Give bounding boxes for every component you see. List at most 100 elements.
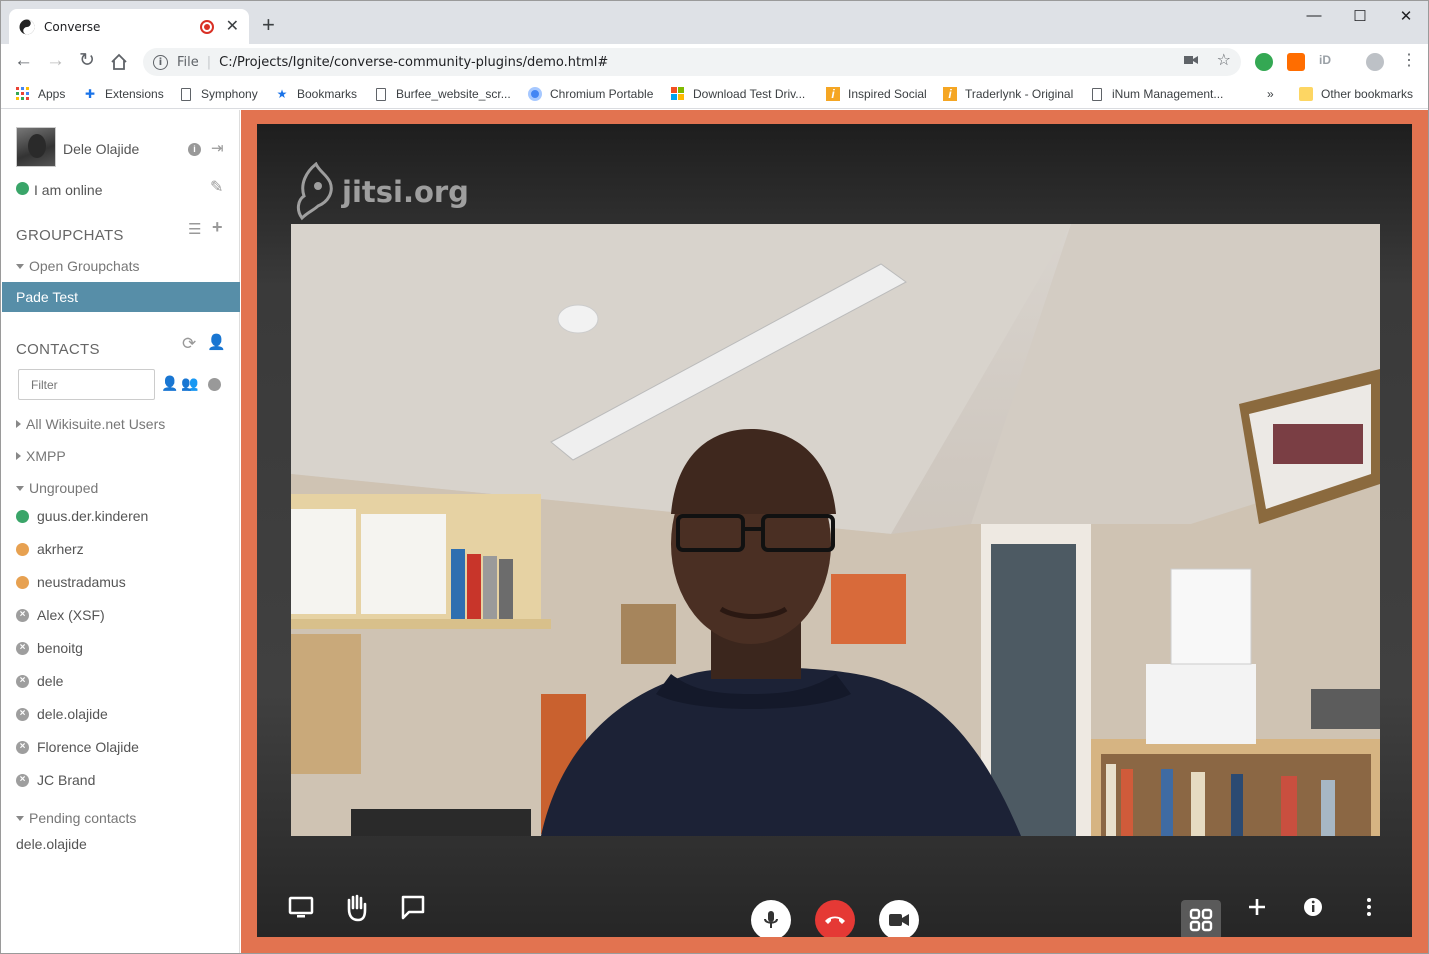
contact-item[interactable]: × dele bbox=[16, 673, 63, 689]
bookmark-label: Chromium Portable bbox=[550, 87, 654, 101]
video-call-panel: jitsi.org bbox=[241, 110, 1428, 953]
maximize-button[interactable]: ☐ bbox=[1337, 7, 1383, 25]
bookmark-burfee[interactable]: Burfee_website_scr... bbox=[376, 87, 511, 101]
bookmark-label: Symphony bbox=[201, 87, 258, 101]
group-toggle-pending[interactable]: Pending contacts bbox=[16, 810, 136, 826]
grid-icon bbox=[1189, 908, 1213, 932]
minimize-button[interactable]: — bbox=[1291, 7, 1337, 24]
phone-hangup-icon bbox=[825, 916, 845, 924]
back-arrow-icon[interactable]: ← bbox=[14, 51, 33, 70]
bookmark-download-test-drive[interactable]: Download Test Driv... bbox=[671, 87, 805, 101]
user-status[interactable]: I am online bbox=[34, 182, 102, 198]
group-toggle-wikisuite[interactable]: All Wikisuite.net Users bbox=[16, 416, 165, 432]
participant-video[interactable] bbox=[291, 224, 1380, 836]
site-info-icon[interactable]: i bbox=[153, 54, 168, 70]
extension-orange-icon[interactable] bbox=[1287, 53, 1305, 71]
list-icon[interactable]: ☰ bbox=[188, 222, 201, 237]
bookmark-label: Bookmarks bbox=[297, 87, 358, 101]
jitsi-watermark[interactable]: jitsi.org bbox=[294, 162, 469, 222]
screen-share-icon[interactable] bbox=[281, 887, 321, 927]
contact-name: Alex (XSF) bbox=[37, 607, 105, 623]
close-window-button[interactable]: ✕ bbox=[1383, 7, 1428, 25]
url-scheme: File bbox=[177, 54, 199, 70]
address-bar[interactable]: i File | C:/Projects/Ignite/converse-com… bbox=[143, 48, 1241, 76]
contact-item[interactable]: guus.der.kinderen bbox=[16, 508, 148, 524]
contacts-filter-input[interactable] bbox=[18, 369, 155, 400]
bookmark-chromium-portable[interactable]: Chromium Portable bbox=[528, 87, 653, 101]
group-toggle-xmpp[interactable]: XMPP bbox=[16, 448, 66, 464]
contact-name: Florence Olajide bbox=[37, 739, 139, 755]
caret-down-icon bbox=[16, 263, 24, 269]
new-tab-button[interactable]: + bbox=[262, 14, 275, 36]
browser-toolbar: ← → ↻ i File | C:/Projects/Ignite/conver… bbox=[1, 44, 1428, 80]
contact-item[interactable]: × benoitg bbox=[16, 640, 83, 656]
open-groupchats-toggle[interactable]: Open Groupchats bbox=[16, 258, 140, 274]
more-options-icon[interactable] bbox=[1349, 887, 1389, 927]
group-label: All Wikisuite.net Users bbox=[26, 416, 166, 432]
profile-avatar-icon[interactable] bbox=[1366, 53, 1384, 71]
tab-title: Converse bbox=[44, 19, 101, 34]
bookmark-apps[interactable]: Apps bbox=[16, 87, 65, 101]
bookmarks-bar: Apps ✚ Extensions Symphony ★ Bookmarks B… bbox=[1, 80, 1428, 109]
filter-groups-icon[interactable]: 👥 bbox=[181, 376, 198, 390]
bookmark-label: iNum Management... bbox=[1112, 87, 1224, 101]
caret-down-icon bbox=[16, 815, 24, 821]
tile-view-button[interactable] bbox=[1181, 900, 1221, 937]
group-label: Pending contacts bbox=[29, 810, 137, 826]
avatar[interactable] bbox=[16, 127, 56, 167]
other-bookmarks[interactable]: Other bookmarks bbox=[1299, 87, 1413, 101]
offline-status-icon: × bbox=[16, 740, 29, 754]
microphone-button[interactable] bbox=[751, 900, 791, 937]
bookmark-inspired-social[interactable]: i Inspired Social bbox=[826, 87, 927, 101]
add-groupchat-icon[interactable]: + bbox=[212, 218, 223, 236]
pencil-icon[interactable]: ✎ bbox=[210, 180, 223, 196]
sync-icon[interactable]: ⟳ bbox=[182, 335, 196, 352]
reload-icon[interactable]: ↻ bbox=[79, 51, 95, 70]
online-status-icon bbox=[16, 182, 29, 195]
contact-name: dele bbox=[37, 673, 64, 689]
offline-status-icon: × bbox=[16, 773, 29, 787]
contact-item[interactable]: × Alex (XSF) bbox=[16, 607, 105, 623]
filter-status-icon[interactable] bbox=[208, 378, 221, 391]
hangup-button[interactable] bbox=[815, 900, 855, 937]
extension-id-icon[interactable]: iD bbox=[1319, 53, 1337, 71]
tab-close-icon[interactable]: ✕ bbox=[226, 18, 239, 35]
bookmark-extensions[interactable]: ✚ Extensions bbox=[83, 87, 164, 101]
logout-icon[interactable]: ⇥ bbox=[211, 141, 224, 156]
watermark-text: jitsi.org bbox=[342, 175, 469, 209]
bookmark-star-icon[interactable]: ☆ bbox=[1217, 52, 1231, 68]
contact-name: guus.der.kinderen bbox=[37, 508, 149, 524]
pending-contact-item[interactable]: dele.olajide bbox=[16, 836, 87, 852]
contact-item[interactable]: × Florence Olajide bbox=[16, 739, 139, 755]
home-icon[interactable] bbox=[110, 53, 128, 71]
contact-item[interactable]: × dele.olajide bbox=[16, 706, 108, 722]
extension-green-icon[interactable] bbox=[1255, 53, 1273, 71]
chat-icon[interactable] bbox=[393, 887, 433, 927]
page-icon bbox=[181, 87, 191, 101]
caret-down-icon bbox=[16, 485, 24, 491]
camera-button[interactable] bbox=[879, 900, 919, 937]
invite-plus-icon[interactable] bbox=[1237, 887, 1277, 927]
chrome-menu-icon[interactable]: ⋮ bbox=[1401, 53, 1417, 69]
bookmark-traderlynk[interactable]: i Traderlynk - Original bbox=[943, 87, 1073, 101]
bookmarks-overflow-button[interactable]: » bbox=[1267, 87, 1274, 101]
tab-strip: Converse ✕ + — ☐ ✕ bbox=[1, 1, 1428, 44]
info-icon[interactable]: i bbox=[188, 143, 201, 156]
contact-name: dele.olajide bbox=[37, 706, 108, 722]
group-toggle-ungrouped[interactable]: Ungrouped bbox=[16, 480, 98, 496]
forward-arrow-icon[interactable]: → bbox=[46, 51, 65, 70]
info-icon[interactable] bbox=[1293, 887, 1333, 927]
camera-in-use-icon[interactable] bbox=[1183, 53, 1199, 67]
bookmark-inum[interactable]: iNum Management... bbox=[1092, 87, 1223, 101]
browser-tab[interactable]: Converse ✕ bbox=[9, 9, 249, 44]
contact-item[interactable]: akrherz bbox=[16, 541, 84, 557]
contact-item[interactable]: neustradamus bbox=[16, 574, 126, 590]
bookmark-label: Apps bbox=[38, 87, 66, 101]
room-item-pade-test[interactable]: Pade Test bbox=[2, 282, 240, 312]
filter-contacts-icon[interactable]: 👤 bbox=[161, 376, 178, 390]
raise-hand-icon[interactable] bbox=[337, 887, 377, 927]
bookmark-bookmarks[interactable]: ★ Bookmarks bbox=[275, 87, 357, 101]
bookmark-symphony[interactable]: Symphony bbox=[181, 87, 258, 101]
add-contact-icon[interactable]: 👤 bbox=[207, 335, 226, 350]
contact-item[interactable]: × JC Brand bbox=[16, 772, 95, 788]
